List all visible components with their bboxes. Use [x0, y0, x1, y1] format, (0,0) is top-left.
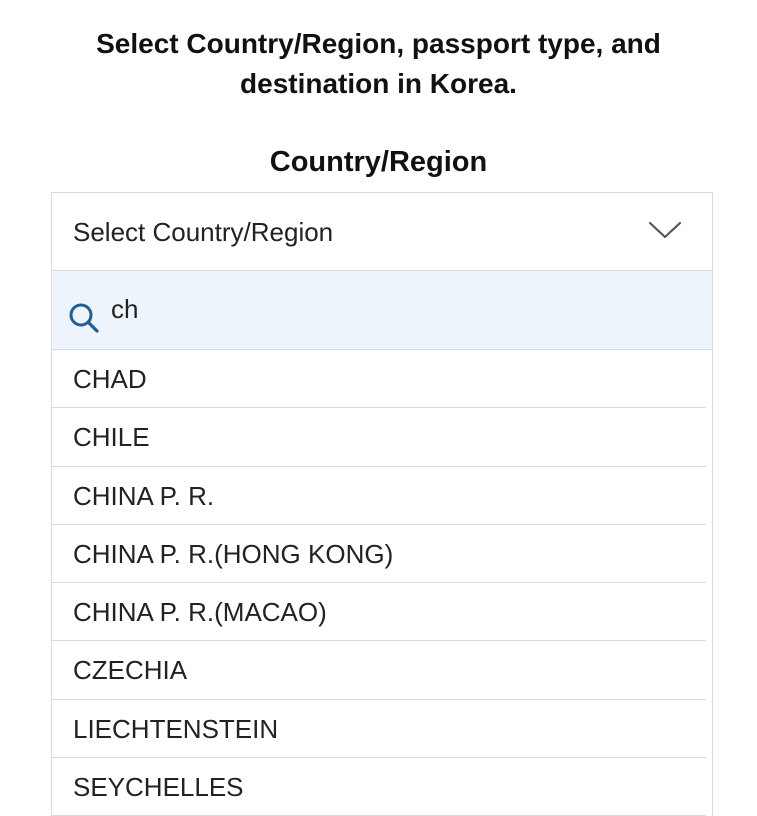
country-search-input[interactable] [111, 291, 671, 327]
country-region-select-value: Select Country/Region [73, 217, 334, 247]
country-option[interactable]: CHAD [52, 350, 706, 409]
chevron-down-icon[interactable] [648, 220, 682, 240]
country-option[interactable]: CHINA P. R.(MACAO) [52, 583, 706, 642]
country-option[interactable]: SEYCHELLES [52, 758, 706, 816]
page-heading-line-2: destination in Korea. [240, 68, 517, 99]
page-heading: Select Country/Region, passport type, an… [0, 24, 757, 104]
page-heading-line-1: Select Country/Region, passport type, an… [96, 28, 661, 59]
country-search-bar [51, 270, 713, 350]
search-icon [69, 303, 99, 333]
country-region-select[interactable]: Select Country/Region [51, 192, 713, 270]
country-option[interactable]: CHILE [52, 408, 706, 467]
country-option[interactable]: CHINA P. R. [52, 467, 706, 525]
country-option[interactable]: CHINA P. R.(HONG KONG) [52, 525, 706, 584]
country-option[interactable]: CZECHIA [52, 641, 706, 700]
country-option[interactable]: LIECHTENSTEIN [52, 700, 706, 759]
country-options-list: CHAD CHILE CHINA P. R. CHINA P. R.(HONG … [51, 350, 713, 816]
country-region-label: Country/Region [269, 146, 488, 178]
